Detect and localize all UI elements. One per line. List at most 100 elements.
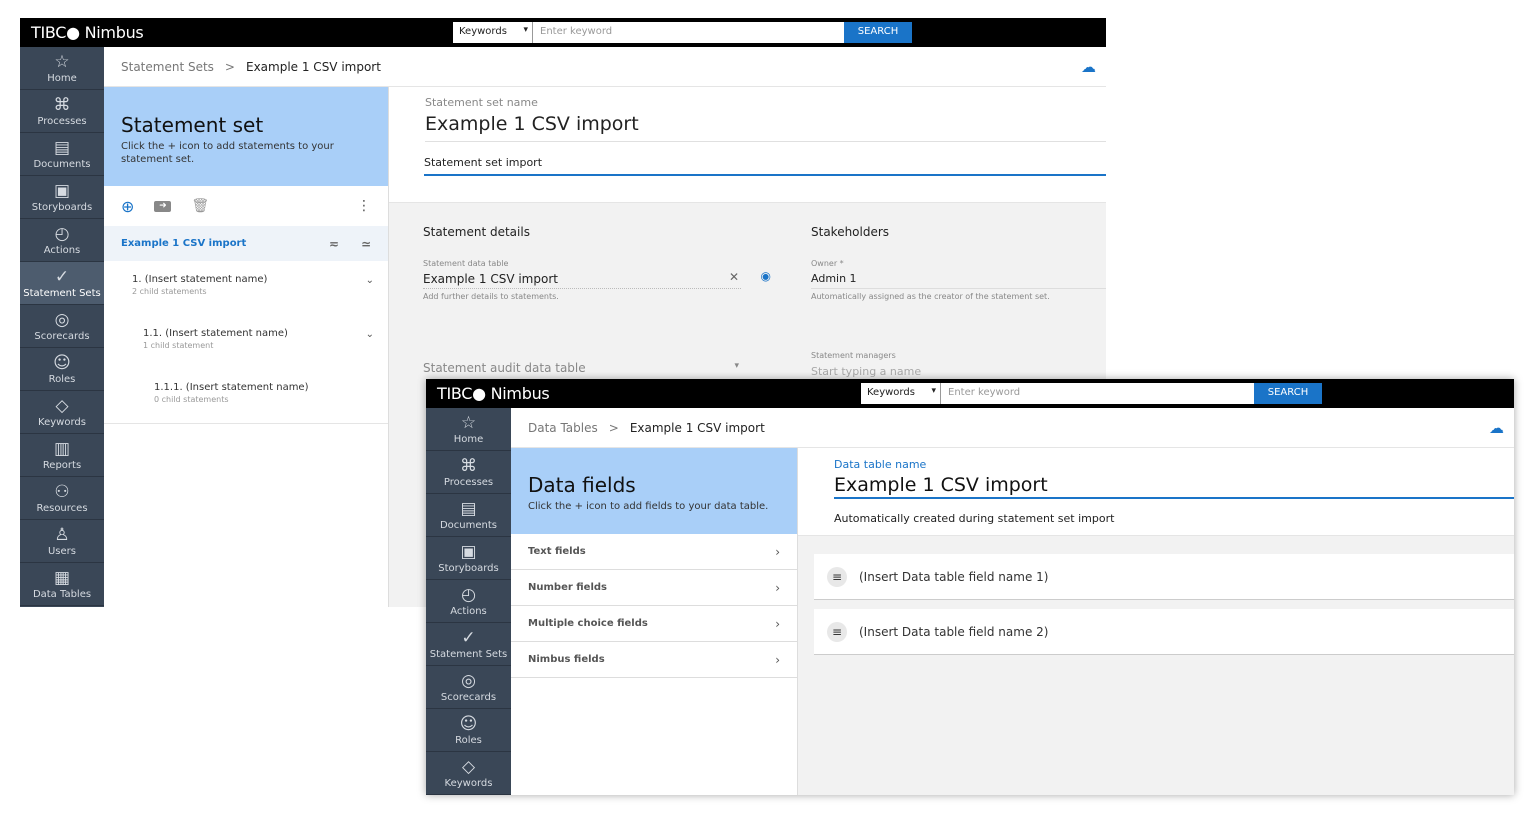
- nav-statement-sets[interactable]: ✓ Statement Sets: [426, 623, 511, 666]
- search-scope-select[interactable]: Keywords: [861, 383, 941, 404]
- nav-label: Statement Sets: [429, 649, 508, 660]
- nav-label: Resources: [36, 503, 88, 514]
- nav-keywords[interactable]: ◇ Keywords: [426, 752, 511, 795]
- more-icon[interactable]: ⋮: [357, 198, 371, 214]
- nav-processes[interactable]: ⌘ Processes: [20, 90, 104, 133]
- statement-tree: 1. (Insert statement name) 2 child statem…: [104, 261, 388, 424]
- nav-roles[interactable]: ☺ Roles: [20, 348, 104, 391]
- nav-actions[interactable]: ◴ Actions: [20, 219, 104, 262]
- sidebar: ☆ Home ⌘ Processes ▤ Documents ▣ Storyboards ◴ Ac…: [20, 47, 104, 607]
- tree-item-count: 1 child statement: [143, 341, 214, 350]
- nav-users[interactable]: ♙ Users: [20, 520, 104, 563]
- tree-item-count: 2 child statements: [132, 287, 207, 296]
- home-icon: ☆: [460, 413, 477, 433]
- search-scope-select[interactable]: Keywords: [453, 22, 533, 43]
- audit-table-select[interactable]: Statement audit data table ▾: [423, 361, 741, 375]
- search-button[interactable]: SEARCH: [844, 22, 912, 43]
- field-category[interactable]: Text fields ›: [511, 534, 797, 570]
- breadcrumb-data-tables[interactable]: Data Tables: [528, 421, 598, 435]
- resources-icon: ⚇: [54, 482, 70, 502]
- field-list: ≡ (Insert Data table field name 1) ≡ (Inser…: [798, 536, 1514, 655]
- data-table-hint: Add further details to statements.: [423, 292, 559, 301]
- nav-documents[interactable]: ▤ Documents: [426, 494, 511, 537]
- chevron-down-icon[interactable]: ⌄: [366, 329, 374, 340]
- clear-icon[interactable]: ✕: [729, 270, 739, 284]
- nav-roles[interactable]: ☺ Roles: [426, 709, 511, 752]
- nimbus-logo: TIBC● Nimbus: [437, 384, 550, 403]
- documents-icon: ▤: [460, 499, 477, 519]
- panel-header: Statement set Click the + icon to add st…: [104, 87, 388, 186]
- nav-keywords[interactable]: ◇ Keywords: [20, 391, 104, 434]
- keywords-icon: ◇: [461, 757, 476, 777]
- dropdown-icon: ▾: [734, 361, 739, 371]
- nav-documents[interactable]: ▤ Documents: [20, 133, 104, 176]
- nav-actions[interactable]: ◴ Actions: [426, 580, 511, 623]
- nav-storyboards[interactable]: ▣ Storyboards: [20, 176, 104, 219]
- panel-hint: Click the + icon to add fields to your d…: [528, 501, 769, 512]
- users-icon: ♙: [54, 525, 70, 545]
- tree-item[interactable]: 1.1. (Insert statement name) 1 child stat…: [104, 315, 388, 369]
- nav-label: Data Tables: [32, 589, 92, 600]
- field-category[interactable]: Nimbus fields ›: [511, 642, 797, 678]
- delete-icon[interactable]: 🗑: [191, 198, 209, 214]
- field-category[interactable]: Multiple choice fields ›: [511, 606, 797, 642]
- tree-root-label: Example 1 CSV import: [121, 238, 247, 249]
- sidebar: ☆ Home ⌘ Processes ▤ Documents ▣ Storyboards ◴ Ac…: [426, 408, 511, 795]
- search-bar: Keywords Enter keyword SEARCH: [453, 22, 912, 43]
- move-icon[interactable]: ➜: [154, 200, 172, 212]
- managers-input[interactable]: Start typing a name: [811, 365, 1106, 378]
- nav-data-tables[interactable]: ▦ Data Tables: [20, 563, 104, 606]
- statement-sets-icon: ✓: [461, 628, 476, 648]
- chevron-right-icon: ›: [775, 616, 780, 631]
- category-label: Text fields: [528, 546, 586, 557]
- top-bar: TIBC● Nimbus Keywords Enter keyword SEAR…: [20, 18, 1106, 47]
- tree-root[interactable]: Example 1 CSV import ≂ ≃: [104, 226, 388, 261]
- tree-item-name: 1. (Insert statement name): [132, 274, 268, 285]
- data-table-window: TIBC● Nimbus Keywords Enter keyword SEAR…: [426, 379, 1514, 795]
- nav-scorecards[interactable]: ◎ Scorecards: [426, 666, 511, 709]
- description-input[interactable]: Statement set import: [424, 142, 1106, 176]
- breadcrumb-statement-sets[interactable]: Statement Sets: [121, 60, 214, 74]
- chevron-down-icon[interactable]: ⌄: [366, 275, 374, 286]
- data-field-row[interactable]: ≡ (Insert Data table field name 1): [814, 554, 1514, 600]
- category-label: Number fields: [528, 582, 607, 593]
- nav-home[interactable]: ☆ Home: [20, 47, 104, 90]
- nav-label: Home: [453, 434, 484, 445]
- name-input[interactable]: Example 1 CSV import: [425, 109, 1106, 142]
- tree-item[interactable]: 1.1.1. (Insert statement name) 0 child st…: [104, 369, 388, 423]
- cloud-saved-icon: ☁: [1489, 419, 1504, 437]
- nav-reports[interactable]: ▥ Reports: [20, 434, 104, 477]
- scorecards-icon: ◎: [461, 671, 476, 691]
- chevron-right-icon: ›: [775, 652, 780, 667]
- data-table-select[interactable]: Example 1 CSV import ✕ ◉: [423, 268, 771, 289]
- field-category[interactable]: Number fields ›: [511, 570, 797, 606]
- owner-input[interactable]: Admin 1: [811, 268, 1106, 289]
- nav-label: Roles: [455, 735, 482, 746]
- nav-label: Processes: [443, 477, 494, 488]
- breadcrumb-current: Example 1 CSV import: [629, 420, 765, 435]
- tree-item[interactable]: 1. (Insert statement name) 2 child statem…: [104, 261, 388, 315]
- nav-resources[interactable]: ⚇ Resources: [20, 477, 104, 520]
- data-table-label: Statement data table: [423, 259, 509, 268]
- owner-hint: Automatically assigned as the creator of…: [811, 292, 1050, 301]
- cloud-saved-icon: ☁: [1081, 58, 1096, 76]
- name-input[interactable]: Example 1 CSV import: [834, 471, 1514, 499]
- add-icon[interactable]: ⊕: [121, 197, 134, 216]
- search-input[interactable]: Enter keyword: [941, 383, 1254, 404]
- nav-scorecards[interactable]: ◎ Scorecards: [20, 305, 104, 348]
- view-eye-icon[interactable]: ◉: [761, 269, 771, 283]
- collapse-all-icon[interactable]: ≃: [361, 237, 371, 251]
- search-input[interactable]: Enter keyword: [533, 22, 844, 43]
- nav-home[interactable]: ☆ Home: [426, 408, 511, 451]
- statement-tree-panel: Statement set Click the + icon to add st…: [104, 87, 389, 607]
- panel-hint: Click the + icon to add statements to yo…: [121, 141, 334, 165]
- data-field-row[interactable]: ≡ (Insert Data table field name 2): [814, 609, 1514, 655]
- nav-label: Storyboards: [31, 202, 93, 213]
- text-field-icon: ≡: [827, 621, 847, 642]
- search-button[interactable]: SEARCH: [1254, 383, 1322, 404]
- description-input[interactable]: Automatically created during statement s…: [834, 499, 1514, 525]
- nav-processes[interactable]: ⌘ Processes: [426, 451, 511, 494]
- nav-storyboards[interactable]: ▣ Storyboards: [426, 537, 511, 580]
- nav-statement-sets[interactable]: ✓ Statement Sets: [20, 262, 104, 305]
- expand-all-icon[interactable]: ≂: [329, 237, 339, 251]
